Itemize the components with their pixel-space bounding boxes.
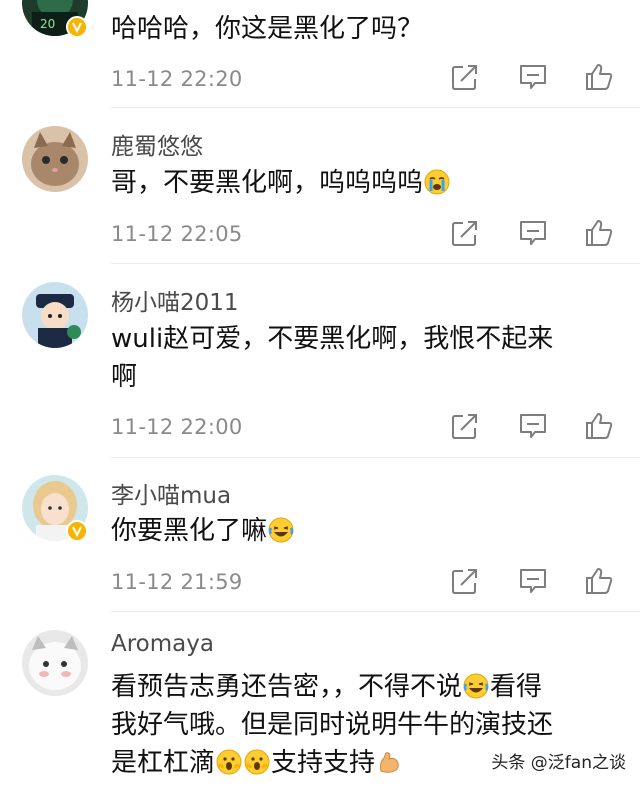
- username[interactable]: 鹿蜀悠悠: [111, 127, 203, 161]
- thumbs-up-icon[interactable]: [584, 411, 614, 441]
- comment-text: 哈哈哈，你这是黑化了吗？: [111, 14, 424, 44]
- thumbs-up-icon[interactable]: [584, 218, 614, 248]
- comment-icon[interactable]: [518, 411, 548, 441]
- comment-text-line: 啊: [111, 362, 138, 392]
- white-cat-avatar[interactable]: [22, 630, 88, 696]
- scream-face-emoji: [216, 749, 242, 775]
- comment-text: 哥，不要黑化啊，呜呜呜呜: [111, 164, 626, 202]
- thumbs-up-icon[interactable]: [584, 566, 614, 596]
- comment-time: 11-12 21:59: [111, 570, 243, 594]
- comment-text-line: wuli赵可爱，不要黑化啊，我恨不起来: [111, 324, 554, 354]
- cat-avatar[interactable]: [22, 126, 88, 192]
- repost-icon[interactable]: [450, 411, 480, 441]
- divider: [111, 457, 640, 458]
- crying-face-emoji: [424, 169, 450, 195]
- flexed-biceps-emoji: [376, 749, 402, 775]
- verified-badge-icon: [66, 16, 88, 38]
- repost-icon[interactable]: [450, 218, 480, 248]
- divider: [111, 263, 640, 264]
- watermark: 头条 @泛fan之谈: [491, 753, 626, 773]
- comment-time: 11-12 22:20: [111, 67, 243, 91]
- comment-time: 11-12 22:05: [111, 222, 243, 246]
- comment-text: wuli赵可爱，不要黑化啊，我恨不起来啊: [111, 320, 626, 396]
- verified-badge-icon: [66, 520, 88, 542]
- comment-text-line: 我好气哦。但是同时说明牛牛的演技还: [111, 710, 554, 740]
- thumbs-up-icon[interactable]: [584, 62, 614, 92]
- police-cartoon-avatar[interactable]: [22, 282, 88, 348]
- username[interactable]: Aromaya: [111, 631, 214, 657]
- comment-text-line: 看预告志勇还告密，，不得不说 看得: [111, 672, 543, 702]
- comment-text: 你要黑化了嘛: [111, 512, 626, 550]
- comment-time: 11-12 22:00: [111, 415, 243, 439]
- repost-icon[interactable]: [450, 566, 480, 596]
- username[interactable]: 杨小喵2011: [111, 283, 239, 317]
- laughing-tears-emoji: [268, 517, 294, 543]
- svg-text:20: 20: [40, 17, 55, 31]
- divider: [111, 107, 640, 108]
- username[interactable]: 李小喵mua: [111, 476, 231, 510]
- scream-face-emoji: [244, 749, 270, 775]
- divider: [111, 611, 640, 612]
- repost-icon[interactable]: [450, 62, 480, 92]
- comment-icon[interactable]: [518, 566, 548, 596]
- laughing-tears-emoji: [463, 673, 489, 699]
- comment-icon[interactable]: [518, 218, 548, 248]
- comment-icon[interactable]: [518, 62, 548, 92]
